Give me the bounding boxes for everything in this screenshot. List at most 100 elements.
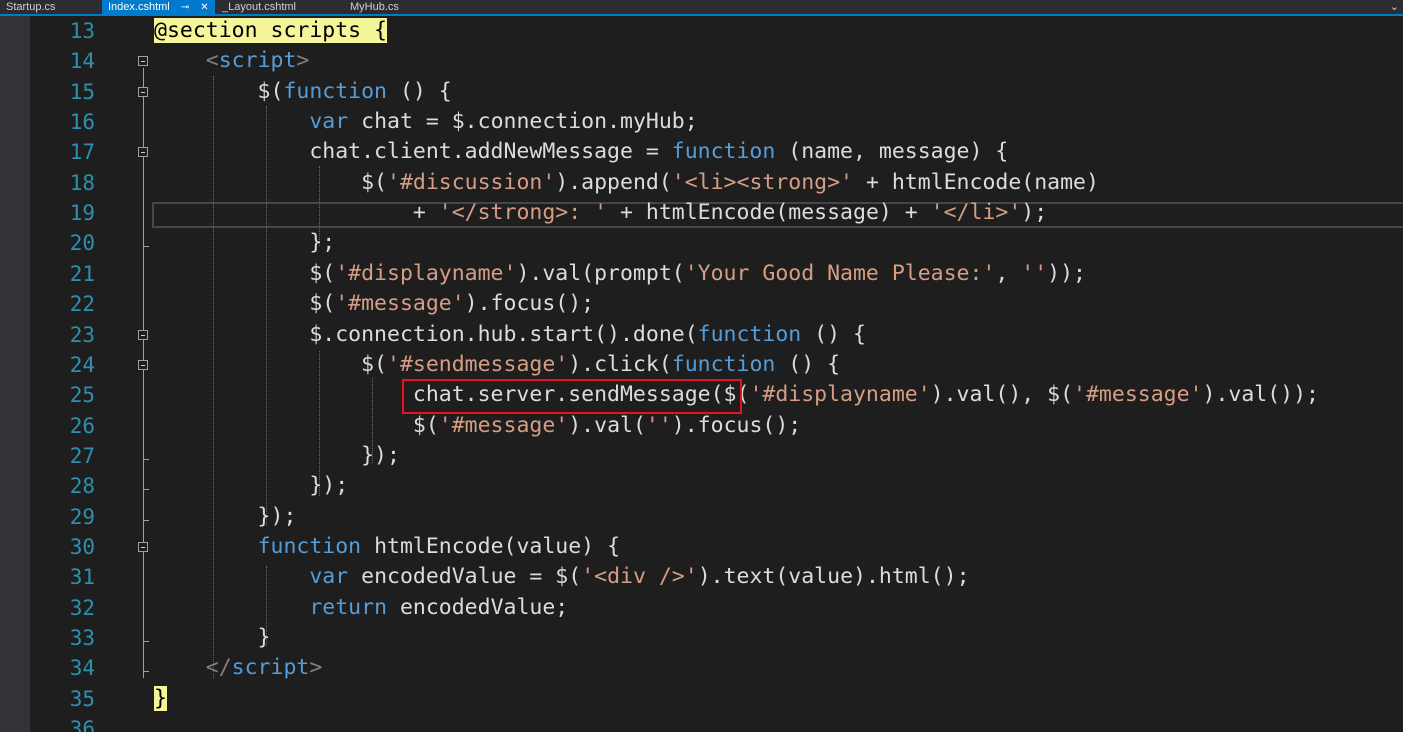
code-line[interactable]: 35}: [30, 684, 1403, 714]
code-text[interactable]: var encodedValue = $('<div />').text(val…: [154, 562, 969, 592]
code-text[interactable]: </script>: [154, 653, 323, 683]
code-text[interactable]: });: [154, 502, 297, 532]
line-number: 14: [69, 49, 95, 73]
code-text[interactable]: }: [154, 623, 271, 653]
line-number: 19: [69, 201, 95, 225]
code-text[interactable]: $('#message').focus();: [154, 289, 594, 319]
close-icon[interactable]: ✕: [200, 1, 208, 15]
line-number: 30: [69, 535, 95, 559]
code-text[interactable]: <script>: [154, 46, 310, 76]
code-text[interactable]: $('#sendmessage').click(function () {: [154, 350, 840, 380]
code-line[interactable]: 14 <script>: [30, 46, 1403, 76]
code-token: () {: [775, 352, 841, 377]
code-line[interactable]: 28 });: [30, 471, 1403, 501]
code-line[interactable]: 16 var chat = $.connection.myHub;: [30, 107, 1403, 137]
code-token: ).focus();: [464, 291, 595, 316]
code-text[interactable]: var chat = $.connection.myHub;: [154, 107, 698, 137]
code-token: $(: [154, 79, 284, 104]
code-text[interactable]: @section scripts {: [154, 16, 387, 46]
tab-layout-cshtml[interactable]: _Layout.cshtml: [222, 0, 296, 14]
code-token: function: [671, 139, 776, 164]
line-number: 29: [69, 505, 95, 529]
code-line[interactable]: 34 </script>: [30, 653, 1403, 683]
code-token: (name, message) {: [775, 139, 1009, 164]
code-line[interactable]: 21 $('#displayname').val(prompt('Your Go…: [30, 259, 1403, 289]
code-token: '<li><strong>': [671, 170, 853, 195]
tab-startup-cs[interactable]: Startup.cs: [6, 0, 56, 14]
code-line[interactable]: 13 @section scripts {: [30, 16, 1403, 46]
code-token: () {: [801, 322, 866, 347]
code-line[interactable]: 17 chat.client.addNewMessage = function …: [30, 137, 1403, 167]
code-line[interactable]: 22 $('#message').focus();: [30, 289, 1403, 319]
outline-end-tick: [143, 641, 149, 642]
code-line[interactable]: 36: [30, 714, 1403, 732]
line-number: 24: [69, 353, 95, 377]
code-token: >: [309, 655, 323, 680]
code-line[interactable]: 31 var encodedValue = $('<div />').text(…: [30, 562, 1403, 592]
line-number: 33: [69, 626, 95, 650]
code-text[interactable]: });: [154, 471, 348, 501]
code-token: +: [154, 200, 439, 225]
code-token: script: [218, 48, 297, 73]
code-line[interactable]: 27 });: [30, 441, 1403, 471]
code-token: </: [205, 655, 232, 680]
code-token: $(: [154, 261, 336, 286]
code-line[interactable]: 15 $(function () {: [30, 77, 1403, 107]
code-token: '#message': [438, 413, 569, 438]
tab-label: Index.cshtml: [108, 1, 170, 13]
code-token: return: [309, 595, 388, 620]
code-token: );: [1021, 200, 1048, 225]
line-number: 18: [69, 171, 95, 195]
code-line[interactable]: 18 $('#discussion').append('<li><strong>…: [30, 168, 1403, 198]
code-line[interactable]: 30 function htmlEncode(value) {: [30, 532, 1403, 562]
code-token: function: [671, 352, 776, 377]
code-text[interactable]: function htmlEncode(value) {: [154, 532, 620, 562]
code-text[interactable]: $.connection.hub.start().done(function (…: [154, 320, 866, 350]
code-text[interactable]: };: [154, 228, 335, 258]
tab-index-cshtml[interactable]: Index.cshtml ⊸ ✕: [102, 0, 215, 14]
outline-end-tick: [143, 671, 149, 672]
code-token: function: [697, 322, 802, 347]
code-text[interactable]: $('#message').val('').focus();: [154, 411, 801, 441]
code-line[interactable]: 29 });: [30, 502, 1403, 532]
tab-label: Startup.cs: [6, 1, 56, 13]
code-token: + htmlEncode(message) +: [607, 200, 931, 225]
code-text[interactable]: $('#displayname').val(prompt('Your Good …: [154, 259, 1086, 289]
line-number: 31: [69, 565, 95, 589]
code-editor[interactable]: 13 @section scripts {14 <script> 15 $(func…: [30, 16, 1403, 732]
line-number: 28: [69, 474, 95, 498]
code-token: @section scripts {: [154, 18, 387, 43]
code-token: });: [154, 443, 400, 468]
code-token: }: [154, 686, 167, 711]
code-text[interactable]: });: [154, 441, 400, 471]
code-text[interactable]: return encodedValue;: [154, 593, 568, 623]
code-text[interactable]: + '</strong>: ' + htmlEncode(message) + …: [154, 198, 1047, 228]
code-token: chat = $.connection.myHub;: [348, 109, 698, 134]
tab-overflow-dropdown-icon[interactable]: ⌄: [1390, 0, 1399, 14]
code-line[interactable]: 26 $('#message').val('').focus();: [30, 411, 1403, 441]
code-text[interactable]: }: [154, 684, 167, 714]
code-token: '#displayname': [335, 261, 517, 286]
tab-myhub-cs[interactable]: MyHub.cs: [350, 0, 399, 14]
code-token: 'Your Good Name Please:': [684, 261, 996, 286]
outline-end-tick: [143, 489, 149, 490]
code-token: $(: [154, 352, 387, 377]
pin-icon[interactable]: ⊸: [181, 1, 189, 15]
code-token: var: [309, 109, 349, 134]
code-line[interactable]: 20 };: [30, 228, 1403, 258]
code-line[interactable]: 19 + '</strong>: ' + htmlEncode(message)…: [30, 198, 1403, 228]
code-line[interactable]: 32 return encodedValue;: [30, 593, 1403, 623]
code-text[interactable]: $(function () {: [154, 77, 452, 107]
code-text[interactable]: chat.client.addNewMessage = function (na…: [154, 137, 1008, 167]
code-line[interactable]: 23 $.connection.hub.start().done(functio…: [30, 320, 1403, 350]
code-text[interactable]: $('#discussion').append('<li><strong>' +…: [154, 168, 1099, 198]
code-line[interactable]: 33 }: [30, 623, 1403, 653]
code-token: $.connection.hub.start().done(: [154, 322, 698, 347]
code-token: '#sendmessage': [387, 352, 569, 377]
line-number: 21: [69, 262, 95, 286]
code-line[interactable]: 24 $('#sendmessage').click(function () {: [30, 350, 1403, 380]
code-token: ).val(: [568, 413, 646, 438]
line-number: 32: [69, 596, 95, 620]
